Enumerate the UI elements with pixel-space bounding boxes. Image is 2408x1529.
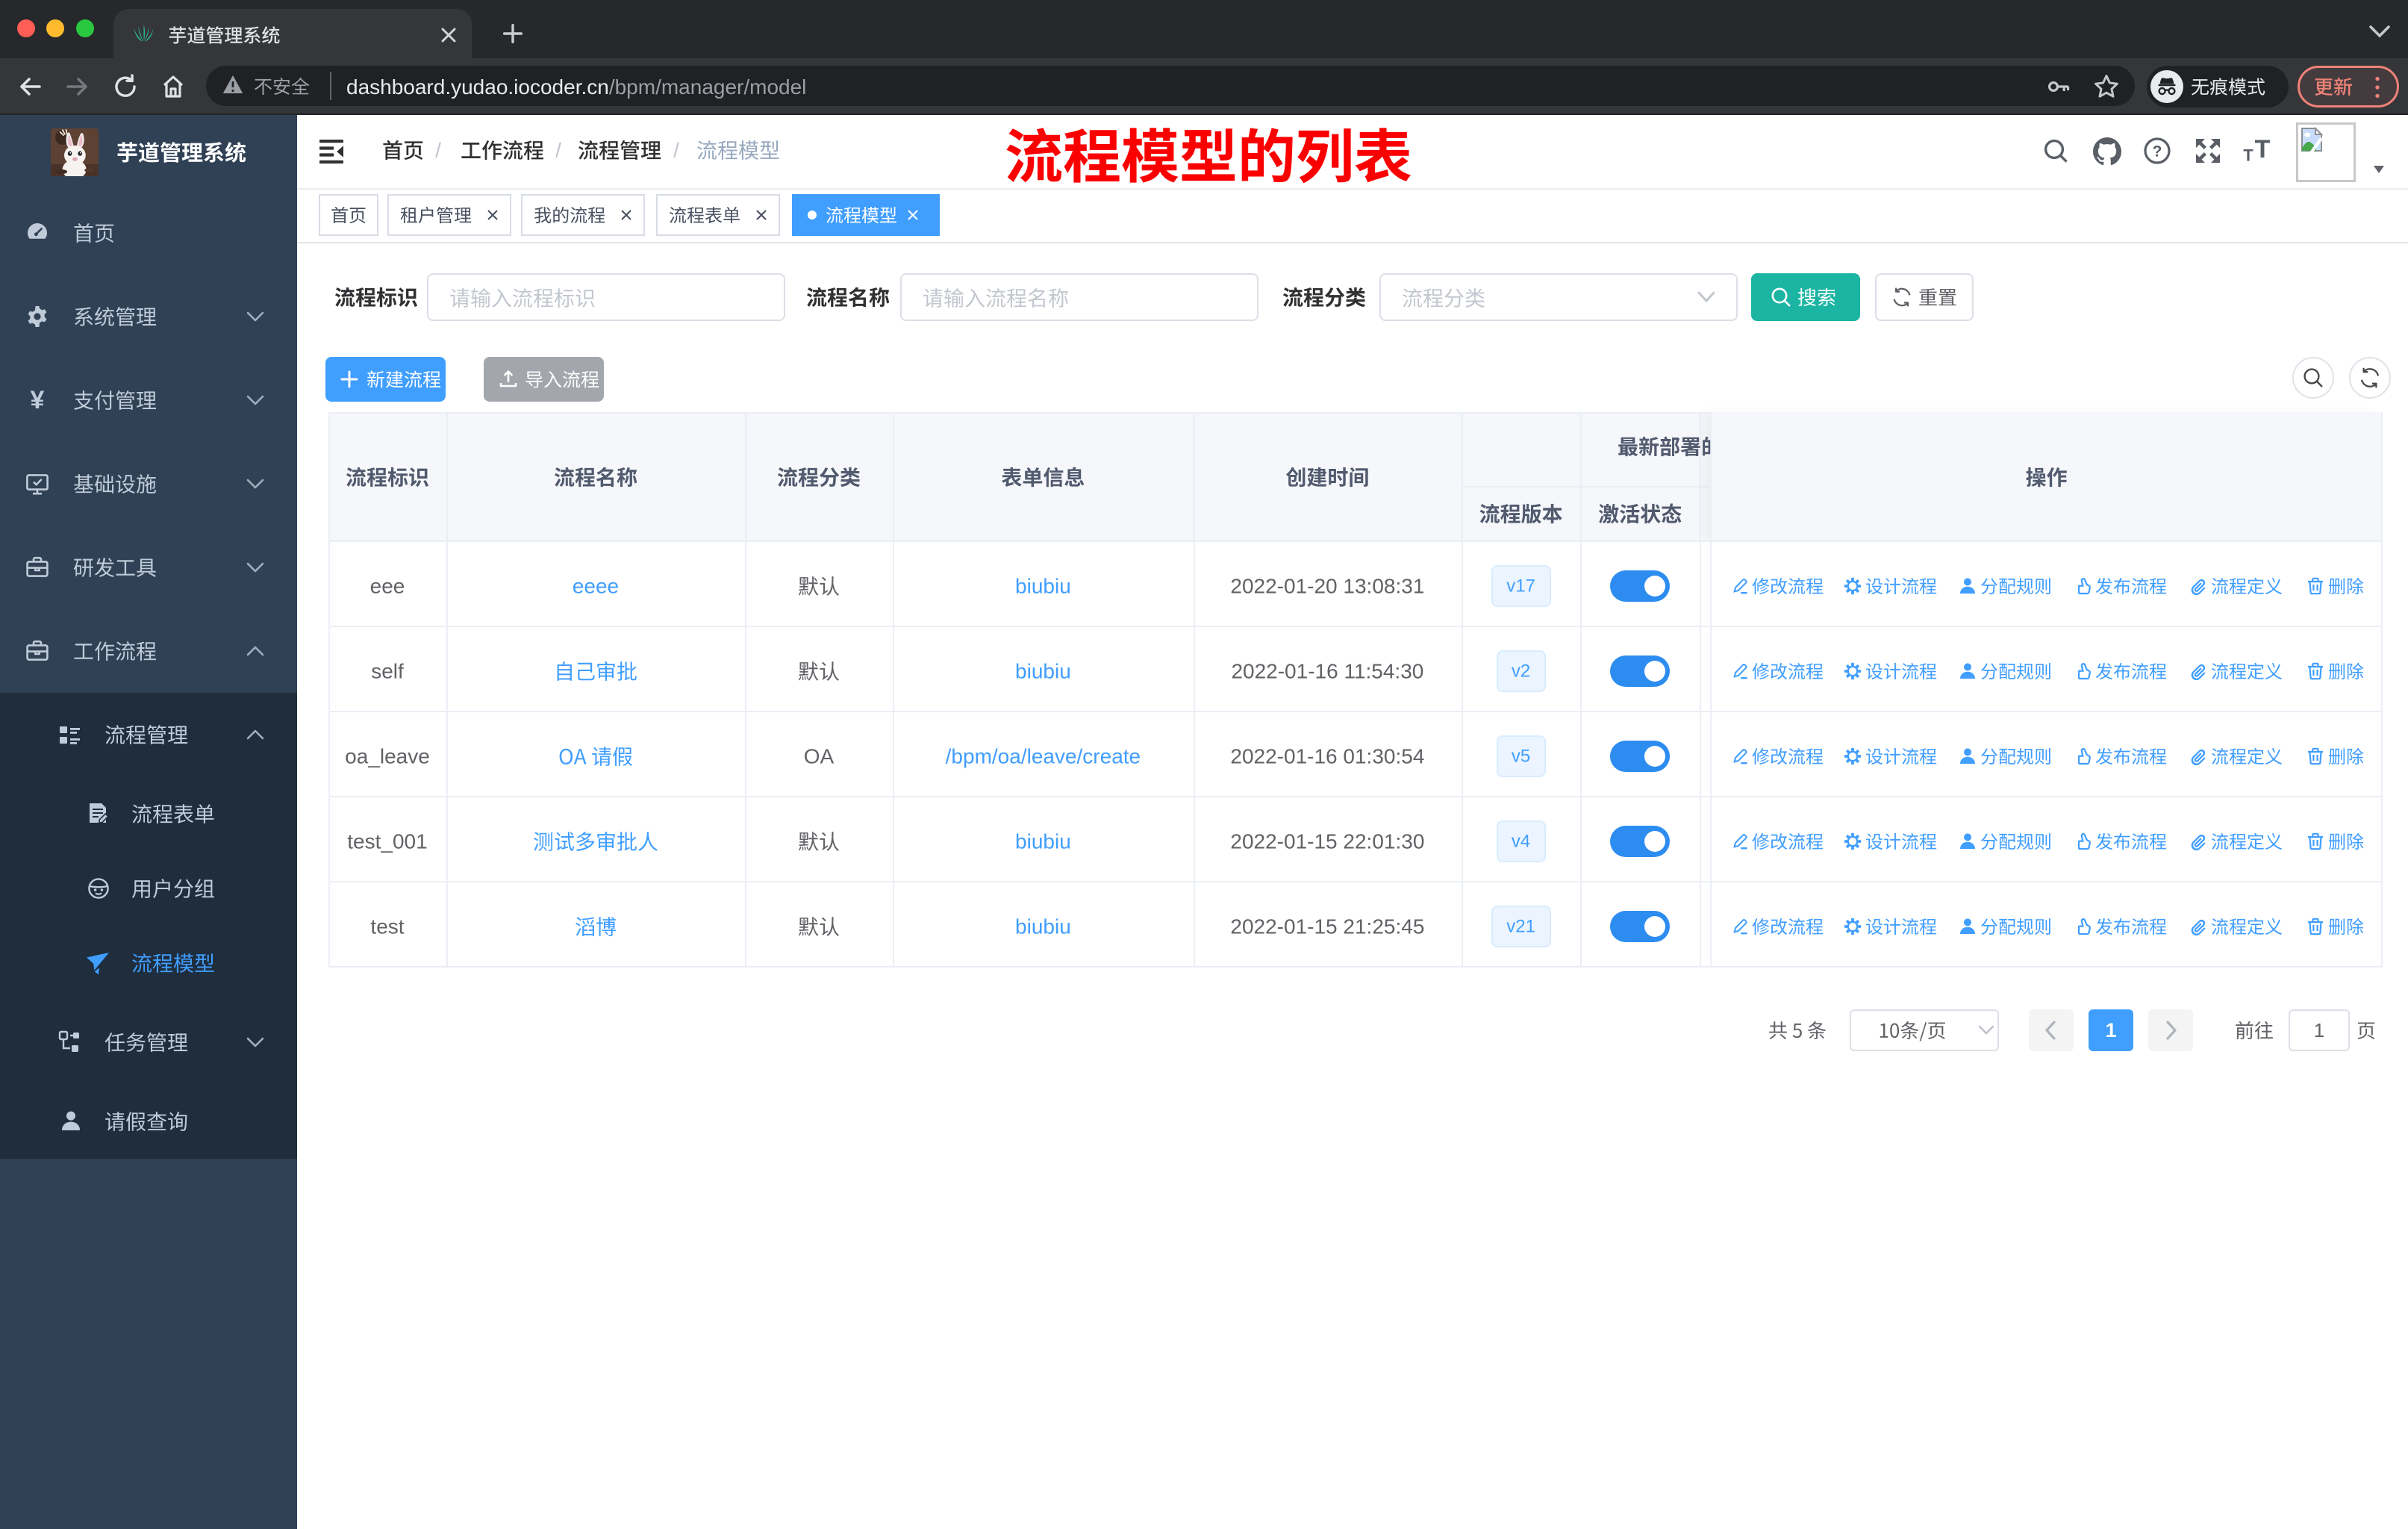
svg-text:OA: OA xyxy=(804,745,835,768)
svg-text:¥: ¥ xyxy=(31,386,45,414)
svg-text:1: 1 xyxy=(2105,1019,2116,1041)
svg-text:2022-01-16 11:54:30: 2022-01-16 11:54:30 xyxy=(1231,660,1423,683)
svg-text:v17: v17 xyxy=(1506,576,1535,597)
svg-text:dashboard.yudao.iocoder.cn/bpm: dashboard.yudao.iocoder.cn/bpm/manager/m… xyxy=(346,75,806,99)
svg-text:biubiu: biubiu xyxy=(1015,915,1071,938)
svg-text:biubiu: biubiu xyxy=(1015,830,1071,853)
svg-text:/: / xyxy=(435,139,441,162)
svg-text:biubiu: biubiu xyxy=(1015,660,1071,683)
svg-text:oa_leave: oa_leave xyxy=(345,745,430,768)
svg-text:1: 1 xyxy=(2314,1019,2324,1041)
svg-text:eeee: eeee xyxy=(573,575,619,598)
svg-text:/: / xyxy=(673,139,679,162)
svg-text:self: self xyxy=(371,660,404,683)
svg-text:v21: v21 xyxy=(1506,917,1535,937)
svg-text:/: / xyxy=(555,139,561,162)
svg-text:2022-01-20 13:08:31: 2022-01-20 13:08:31 xyxy=(1230,575,1424,598)
svg-text:v2: v2 xyxy=(1512,661,1530,682)
svg-text:2022-01-15 22:01:30: 2022-01-15 22:01:30 xyxy=(1230,830,1424,853)
svg-text:test_001: test_001 xyxy=(347,830,427,853)
svg-text:eee: eee xyxy=(370,575,405,598)
svg-text:2022-01-16 01:30:54: 2022-01-16 01:30:54 xyxy=(1230,745,1424,768)
svg-text:2022-01-15 21:25:45: 2022-01-15 21:25:45 xyxy=(1230,915,1424,938)
svg-text:/bpm/oa/leave/create: /bpm/oa/leave/create xyxy=(946,745,1141,768)
svg-text:biubiu: biubiu xyxy=(1015,575,1071,598)
svg-text:test: test xyxy=(370,915,404,938)
svg-text:v4: v4 xyxy=(1512,832,1530,852)
svg-text:v5: v5 xyxy=(1512,747,1530,767)
